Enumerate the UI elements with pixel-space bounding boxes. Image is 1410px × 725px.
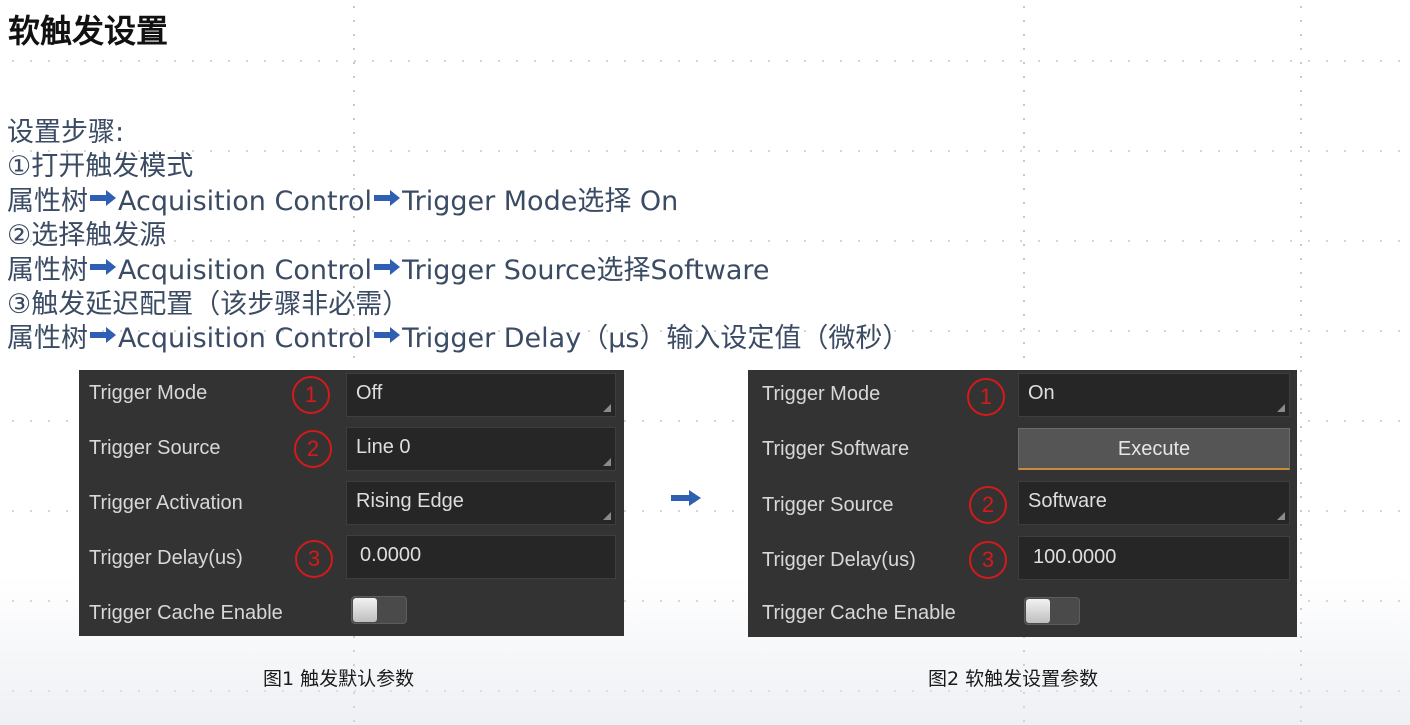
path-leaf: Trigger Source选择Software bbox=[402, 254, 770, 286]
param-row-trigger-cache: Trigger Cache Enable bbox=[748, 592, 1297, 646]
trigger-cache-toggle[interactable] bbox=[351, 596, 407, 624]
param-label: Trigger Source bbox=[762, 494, 894, 516]
steps-heading: 设置步骤: bbox=[7, 117, 125, 148]
param-row-trigger-delay: Trigger Delay(us) 3 0.0000 bbox=[79, 535, 624, 589]
step3-title: ③触发延迟配置（该步骤非必需） bbox=[7, 288, 410, 320]
param-row-trigger-activation: Trigger Activation Rising Edge bbox=[79, 480, 624, 534]
param-label: Trigger Activation bbox=[89, 492, 243, 514]
path-leaf: Trigger Mode选择 On bbox=[402, 185, 679, 217]
step-marker-2: 2 bbox=[294, 430, 332, 468]
param-row-trigger-delay: Trigger Delay(us) 3 100.0000 bbox=[748, 536, 1297, 590]
trigger-cache-toggle[interactable] bbox=[1024, 597, 1080, 625]
dropdown-corner-icon bbox=[1277, 512, 1285, 520]
trigger-mode-select[interactable]: Off bbox=[346, 373, 616, 417]
param-label: Trigger Cache Enable bbox=[89, 602, 283, 624]
right-arrow-icon bbox=[90, 258, 116, 275]
param-label: Trigger Mode bbox=[762, 383, 881, 405]
param-row-trigger-cache: Trigger Cache Enable bbox=[79, 590, 624, 644]
step1-path: 属性树 Acquisition Control Trigger Mode选择 On bbox=[7, 185, 909, 219]
param-row-trigger-software: Trigger Software Execute bbox=[748, 426, 1297, 480]
select-value: On bbox=[1028, 382, 1055, 404]
software-trigger-panel: Trigger Mode 1 On Trigger Software Execu… bbox=[748, 370, 1297, 637]
dropdown-corner-icon bbox=[603, 512, 611, 520]
right-arrow-icon bbox=[374, 327, 401, 344]
trigger-delay-input[interactable]: 100.0000 bbox=[1018, 536, 1290, 580]
toggle-knob bbox=[1026, 599, 1050, 623]
step-marker-2: 2 bbox=[969, 486, 1007, 524]
path-leaf: Trigger Delay（μs）输入设定值（微秒） bbox=[402, 323, 910, 355]
step1-title: ①打开触发模式 bbox=[7, 151, 194, 183]
step3-path: 属性树 Acquisition Control Trigger Delay（μs）输… bbox=[7, 322, 909, 356]
input-value: 0.0000 bbox=[360, 544, 422, 566]
param-label: Trigger Delay(us) bbox=[89, 547, 243, 569]
select-value: Software bbox=[1028, 490, 1107, 512]
slide-title: 软触发设置 bbox=[8, 12, 169, 50]
step-marker-3: 3 bbox=[295, 540, 333, 578]
trigger-mode-select[interactable]: On bbox=[1018, 373, 1290, 417]
param-label: Trigger Delay(us) bbox=[762, 549, 916, 571]
right-arrow-icon bbox=[374, 258, 401, 275]
figure-caption-2: 图2 软触发设置参数 bbox=[928, 668, 1099, 690]
dropdown-corner-icon bbox=[603, 404, 611, 412]
param-label: Trigger Software bbox=[762, 438, 910, 460]
toggle-knob bbox=[353, 598, 377, 622]
param-row-trigger-mode: Trigger Mode 1 On bbox=[748, 370, 1297, 424]
param-label: Trigger Cache Enable bbox=[762, 602, 956, 624]
param-label: Trigger Source bbox=[89, 437, 221, 459]
path-root: 属性树 bbox=[7, 323, 88, 355]
step-marker-1: 1 bbox=[292, 376, 330, 414]
select-value: Off bbox=[356, 382, 383, 404]
param-row-trigger-mode: Trigger Mode 1 Off bbox=[79, 370, 624, 424]
param-label: Trigger Mode bbox=[89, 382, 208, 404]
step2-title: ②选择触发源 bbox=[7, 220, 167, 252]
setup-steps: 设置步骤: ①打开触发模式 属性树 Acquisition Control Trig… bbox=[7, 116, 909, 357]
default-params-panel: Trigger Mode 1 Off Trigger Source 2 Line… bbox=[79, 370, 624, 636]
dropdown-corner-icon bbox=[1277, 404, 1285, 412]
figure-caption-1: 图1 触发默认参数 bbox=[263, 668, 415, 690]
input-value: 100.0000 bbox=[1033, 546, 1117, 568]
step-marker-1: 1 bbox=[967, 378, 1005, 416]
select-value: Line 0 bbox=[356, 436, 411, 458]
step2-path: 属性树 Acquisition Control Trigger Source选择So… bbox=[7, 254, 909, 288]
path-root: 属性树 bbox=[7, 185, 88, 217]
right-arrow-icon bbox=[374, 189, 401, 206]
path-node: Acquisition Control bbox=[118, 185, 373, 217]
trigger-delay-input[interactable]: 0.0000 bbox=[346, 535, 616, 579]
path-node: Acquisition Control bbox=[118, 254, 373, 286]
dropdown-corner-icon bbox=[603, 458, 611, 466]
param-row-trigger-source: Trigger Source 2 Software bbox=[748, 480, 1297, 534]
execute-button[interactable]: Execute bbox=[1018, 428, 1290, 470]
path-node: Acquisition Control bbox=[118, 323, 373, 355]
right-arrow-icon bbox=[90, 327, 116, 344]
right-arrow-icon bbox=[90, 189, 116, 206]
trigger-source-select[interactable]: Line 0 bbox=[346, 427, 616, 471]
select-value: Rising Edge bbox=[356, 490, 464, 512]
trigger-activation-select[interactable]: Rising Edge bbox=[346, 481, 616, 525]
right-arrow-icon bbox=[671, 490, 701, 506]
step-marker-3: 3 bbox=[969, 541, 1007, 579]
param-row-trigger-source: Trigger Source 2 Line 0 bbox=[79, 425, 624, 479]
trigger-source-select[interactable]: Software bbox=[1018, 481, 1290, 525]
path-root: 属性树 bbox=[7, 254, 88, 286]
